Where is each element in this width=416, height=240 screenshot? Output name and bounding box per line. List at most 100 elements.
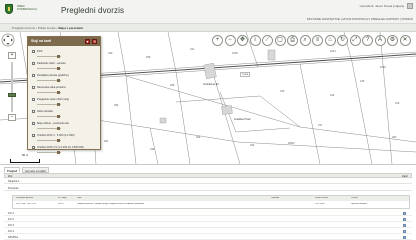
layer-opacity-slider[interactable] [37,67,61,70]
list-item[interactable]: KO 1 [4,211,412,216]
avatar[interactable] [407,3,413,9]
zoom-in-button[interactable]: + [8,52,16,59]
user-info[interactable]: Uporabnik: Janez Novak (odjava) [360,4,404,8]
parcel-label: 323 [250,144,255,147]
slider-handle[interactable] [57,79,60,82]
layer-item[interactable]: ✓ Ortofoto DOF 1 : 5 000 (1:2 000) [31,133,97,145]
layer-item[interactable]: Hišne številke [31,109,97,121]
layer-item[interactable]: Namenska raba prostora [31,85,97,97]
parcel-label: 259 [170,84,175,87]
layer-item[interactable]: ✓ DOF [31,49,97,61]
layer-checkbox[interactable] [32,110,35,113]
zoom-out-icon[interactable]: − [224,35,236,46]
search-icon[interactable]: ⌕ [299,35,311,46]
layer-item[interactable]: Zemljiške parcele (grafično) [31,73,97,85]
panel-close-link[interactable]: Zapri [402,175,408,178]
zoom-slider-track[interactable] [11,62,13,112]
layer-checkbox[interactable] [32,74,35,77]
layer-item[interactable]: Pregledne ceste (zbirni sloj) [31,97,97,109]
breadcrumb-current: Mapa z parcelami [58,26,84,30]
document-icon[interactable] [403,217,406,221]
document-icon[interactable] [403,211,406,215]
select-icon[interactable]: ▢ [274,35,286,46]
layer-checkbox[interactable]: ✓ [32,134,36,138]
column-header: Zemljiška parcela [16,196,34,199]
breadcrumb-item[interactable]: Pregledni dvorzis [12,26,35,30]
list-item[interactable]: KO 3 [4,223,412,228]
parcel-label: 312 [330,94,335,97]
close-icon[interactable]: ✕ [399,35,411,46]
parcel-label: 1020 [232,52,238,55]
parcel-label: 313 [280,90,285,93]
layer-checkbox[interactable]: ✓ [32,146,36,150]
slider-handle[interactable] [57,151,60,154]
layer-checkbox[interactable] [32,122,35,125]
zoom-in-icon[interactable]: + [212,35,223,46]
top-navigation-links[interactable]: SPLOSNE NASTAVITVE | IZVOZ PODATKOV | PR… [307,17,413,21]
text-icon[interactable]: A [374,35,386,46]
layer-opacity-slider[interactable] [37,127,61,130]
slider-handle[interactable] [57,115,60,118]
breadcrumb: Pregledni dvorzis › Prikaz zemlje › Mapa… [12,26,84,30]
layer-opacity-slider[interactable] [37,79,61,82]
layer-item[interactable]: Katastrski načrt - parcele [31,61,97,73]
parcel-label: 250 [146,56,151,59]
zoom-out-button[interactable]: − [8,114,16,121]
refresh-icon[interactable]: ↻ [337,35,348,46]
list-item-label: KO 1 [8,211,14,215]
municipality-logo [5,4,13,14]
document-icon[interactable] [403,229,406,233]
group-row[interactable]: Skupina 1 [4,179,412,184]
dialog-header[interactable]: Sloji na karti ▾ ✕ [28,37,100,46]
parcel-label: 252 [114,104,119,107]
building-label: Gradbeni Park [234,118,251,121]
table-row[interactable]: 310 / 248 / 250 / 311 00:10 Odmera parce… [13,202,409,207]
list-item-label: KO 4 [8,229,14,233]
list-item[interactable]: SKUPAJ [4,235,412,240]
document-icon[interactable] [403,235,406,239]
pan-control[interactable] [0,32,16,48]
list-item[interactable]: KO 2 [4,217,412,222]
layer-checkbox[interactable] [32,62,35,65]
layer-checkbox[interactable] [32,98,35,101]
layer-opacity-slider[interactable] [37,151,61,154]
slider-handle[interactable] [57,67,60,70]
info-icon[interactable]: i [249,35,261,46]
pan-icon[interactable]: ✥ [237,35,248,46]
layer-opacity-slider[interactable] [37,139,61,142]
settings-icon[interactable]: ⚙ [387,35,398,46]
list-item[interactable]: KO 4 [4,229,412,234]
print-icon[interactable]: ⎙ [287,35,298,46]
help-icon[interactable]: ? [362,35,373,46]
layers-dialog[interactable]: Sloji na karti ▾ ✕ ✓ DOF Katastrski načrt … [27,36,101,154]
layer-checkbox[interactable]: ✓ [32,50,36,54]
layer-item[interactable]: Meja občine - prostorski akt [31,121,97,133]
layer-opacity-slider[interactable] [37,103,61,106]
layers-icon[interactable]: ≡ [312,35,323,46]
home-icon[interactable]: ⌂ [324,35,336,46]
measure-icon[interactable]: ⟋ [262,35,273,46]
breadcrumb-bar: Pregledni dvorzis › Prikaz zemlje › Mapa… [0,24,416,32]
close-icon[interactable]: ✕ [92,39,97,44]
sub-row[interactable]: Povezani [4,186,412,191]
slider-handle[interactable] [57,55,60,58]
zoom-slider-handle[interactable] [8,93,16,98]
layer-opacity-slider[interactable] [37,91,61,94]
layer-opacity-slider[interactable] [37,55,61,58]
slider-handle[interactable] [57,139,60,142]
org-name: OBEC PODBRADLICA [17,4,38,12]
minimize-icon[interactable]: ▾ [85,39,90,44]
layer-checkbox[interactable] [32,86,35,89]
layer-item[interactable]: ✓ Ortofoto DOF 2.5 (1:1 000 do 1:500 000) [31,145,97,157]
parcel-label: 249 [150,148,155,151]
fullscreen-icon[interactable]: ⤢ [349,35,361,46]
breadcrumb-item[interactable]: Prikaz zemlje [38,26,56,30]
layer-opacity-slider[interactable] [37,115,61,118]
layer-label: Namenska raba prostora [37,85,66,89]
slider-handle[interactable] [57,127,60,130]
slider-handle[interactable] [57,103,60,106]
list-item-label: SKUPAJ [8,235,18,239]
parcel-label: 263 [392,136,397,139]
slider-handle[interactable] [57,91,60,94]
document-icon[interactable] [403,223,406,227]
